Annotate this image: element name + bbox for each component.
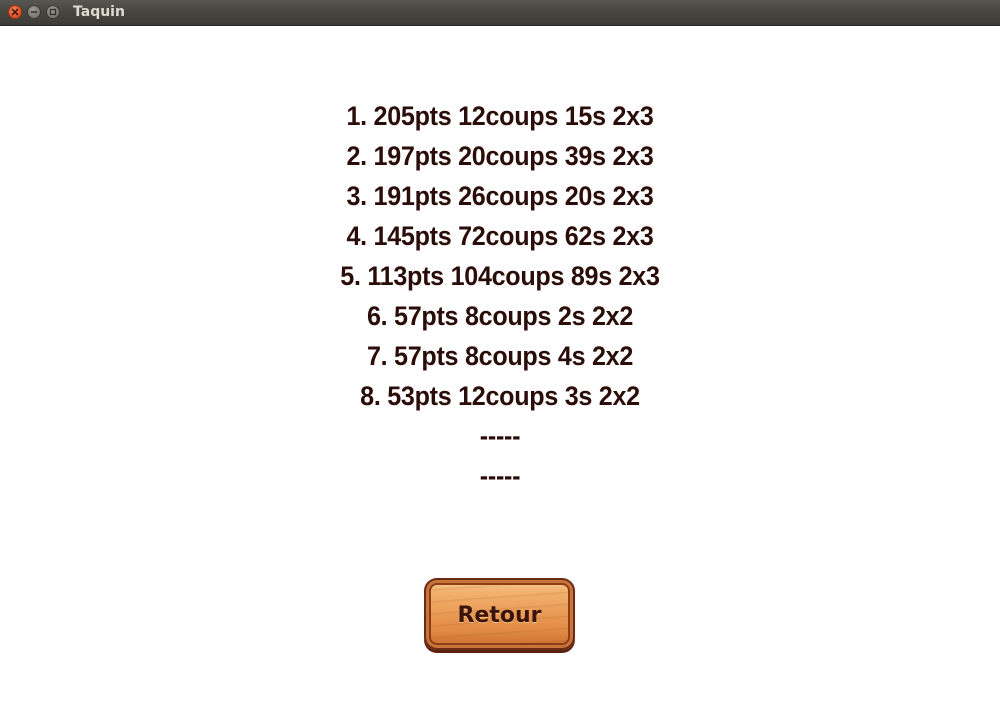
score-entry: 5. 113pts 104coups 89s 2x3 bbox=[340, 261, 660, 291]
score-entry: 4. 145pts 72coups 62s 2x3 bbox=[346, 221, 654, 251]
app-window: Taquin 1. 205pts 12coups 15s 2x3 2. 197p… bbox=[0, 0, 1000, 726]
score-entry-empty: ----- bbox=[479, 461, 521, 491]
close-icon[interactable] bbox=[8, 5, 22, 19]
score-entry: 3. 191pts 26coups 20s 2x3 bbox=[346, 181, 654, 211]
score-list: 1. 205pts 12coups 15s 2x3 2. 197pts 20co… bbox=[0, 96, 1000, 496]
score-entry: 6. 57pts 8coups 2s 2x2 bbox=[366, 301, 634, 331]
score-entry: 7. 57pts 8coups 4s 2x2 bbox=[366, 341, 634, 371]
maximize-icon[interactable] bbox=[46, 5, 60, 19]
back-button[interactable]: Retour bbox=[424, 578, 575, 650]
score-entry: 8. 53pts 12coups 3s 2x2 bbox=[360, 381, 640, 411]
minimize-icon[interactable] bbox=[27, 5, 41, 19]
window-title: Taquin bbox=[73, 4, 125, 20]
score-entry: 2. 197pts 20coups 39s 2x3 bbox=[346, 141, 654, 171]
back-button-label: Retour bbox=[457, 603, 542, 628]
score-entry: 1. 205pts 12coups 15s 2x3 bbox=[346, 101, 654, 131]
title-bar[interactable]: Taquin bbox=[0, 0, 1000, 26]
score-entry-empty: ----- bbox=[479, 421, 521, 451]
